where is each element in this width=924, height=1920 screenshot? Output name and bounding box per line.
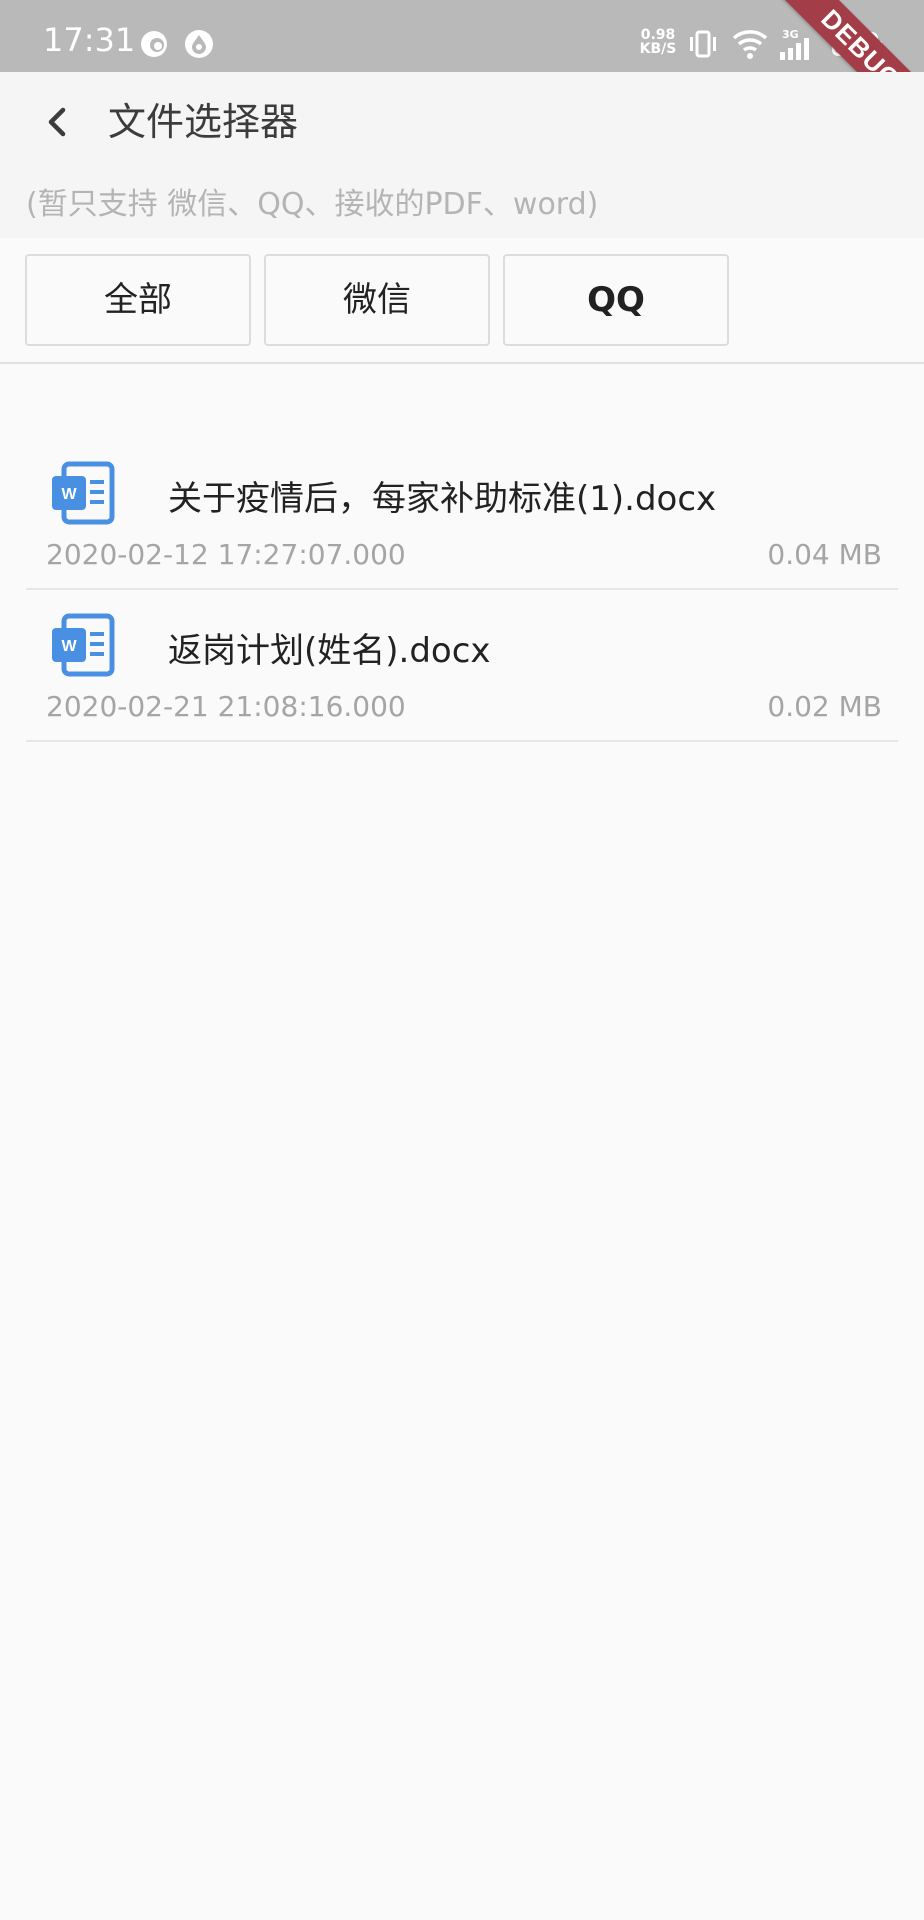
file-date: 2020-02-21 21:08:16.000: [46, 690, 406, 723]
word-document-icon: W: [52, 613, 115, 677]
supported-formats-hint: (暂只支持 微信、QQ、接收的PDF、word): [26, 187, 599, 222]
notification-drop-icon: [185, 30, 213, 58]
filter-tabs: 全部 微信 QQ: [0, 238, 924, 364]
tab-wechat[interactable]: 微信: [264, 254, 490, 346]
file-size: 0.02 MB: [767, 690, 882, 723]
file-date: 2020-02-12 17:27:07.000: [46, 538, 406, 571]
back-button[interactable]: [30, 92, 90, 152]
tab-all[interactable]: 全部: [25, 254, 251, 346]
net-speed-value: 0.98: [640, 27, 676, 43]
file-list: W 关于疫情后，每家补助标准(1).docx 2020-02-12 17:27:…: [26, 438, 898, 742]
svg-text:W: W: [61, 486, 77, 503]
svg-text:W: W: [61, 638, 77, 655]
wifi-icon: [732, 30, 768, 59]
net-speed: 0.98 KB/S: [636, 28, 680, 56]
status-bar: 17:31 0.98 KB/S 3G: [0, 0, 924, 72]
notification-swirl-icon: [141, 31, 167, 57]
chevron-left-icon: [48, 107, 66, 137]
net-speed-unit: KB/S: [639, 41, 677, 57]
app-bar: 文件选择器: [0, 72, 924, 172]
file-name: 关于疫情后，每家补助标准(1).docx: [168, 479, 717, 519]
file-list-item[interactable]: W 返岗计划(姓名).docx 2020-02-21 21:08:16.000 …: [26, 590, 898, 742]
page-title: 文件选择器: [108, 100, 299, 144]
status-time: 17:31: [43, 21, 136, 59]
file-picker-screen: 17:31 0.98 KB/S 3G DEBUG 文件选择器 (暂只支持 微信、…: [0, 0, 924, 1920]
signal-icon: [780, 38, 809, 60]
file-size: 0.04 MB: [767, 538, 882, 571]
tab-qq[interactable]: QQ: [503, 254, 729, 346]
file-name: 返岗计划(姓名).docx: [168, 631, 491, 671]
file-list-item[interactable]: W 关于疫情后，每家补助标准(1).docx 2020-02-12 17:27:…: [26, 438, 898, 590]
vibrate-icon: [690, 30, 716, 58]
word-document-icon: W: [52, 461, 115, 525]
hint-bar: (暂只支持 微信、QQ、接收的PDF、word): [0, 172, 924, 238]
